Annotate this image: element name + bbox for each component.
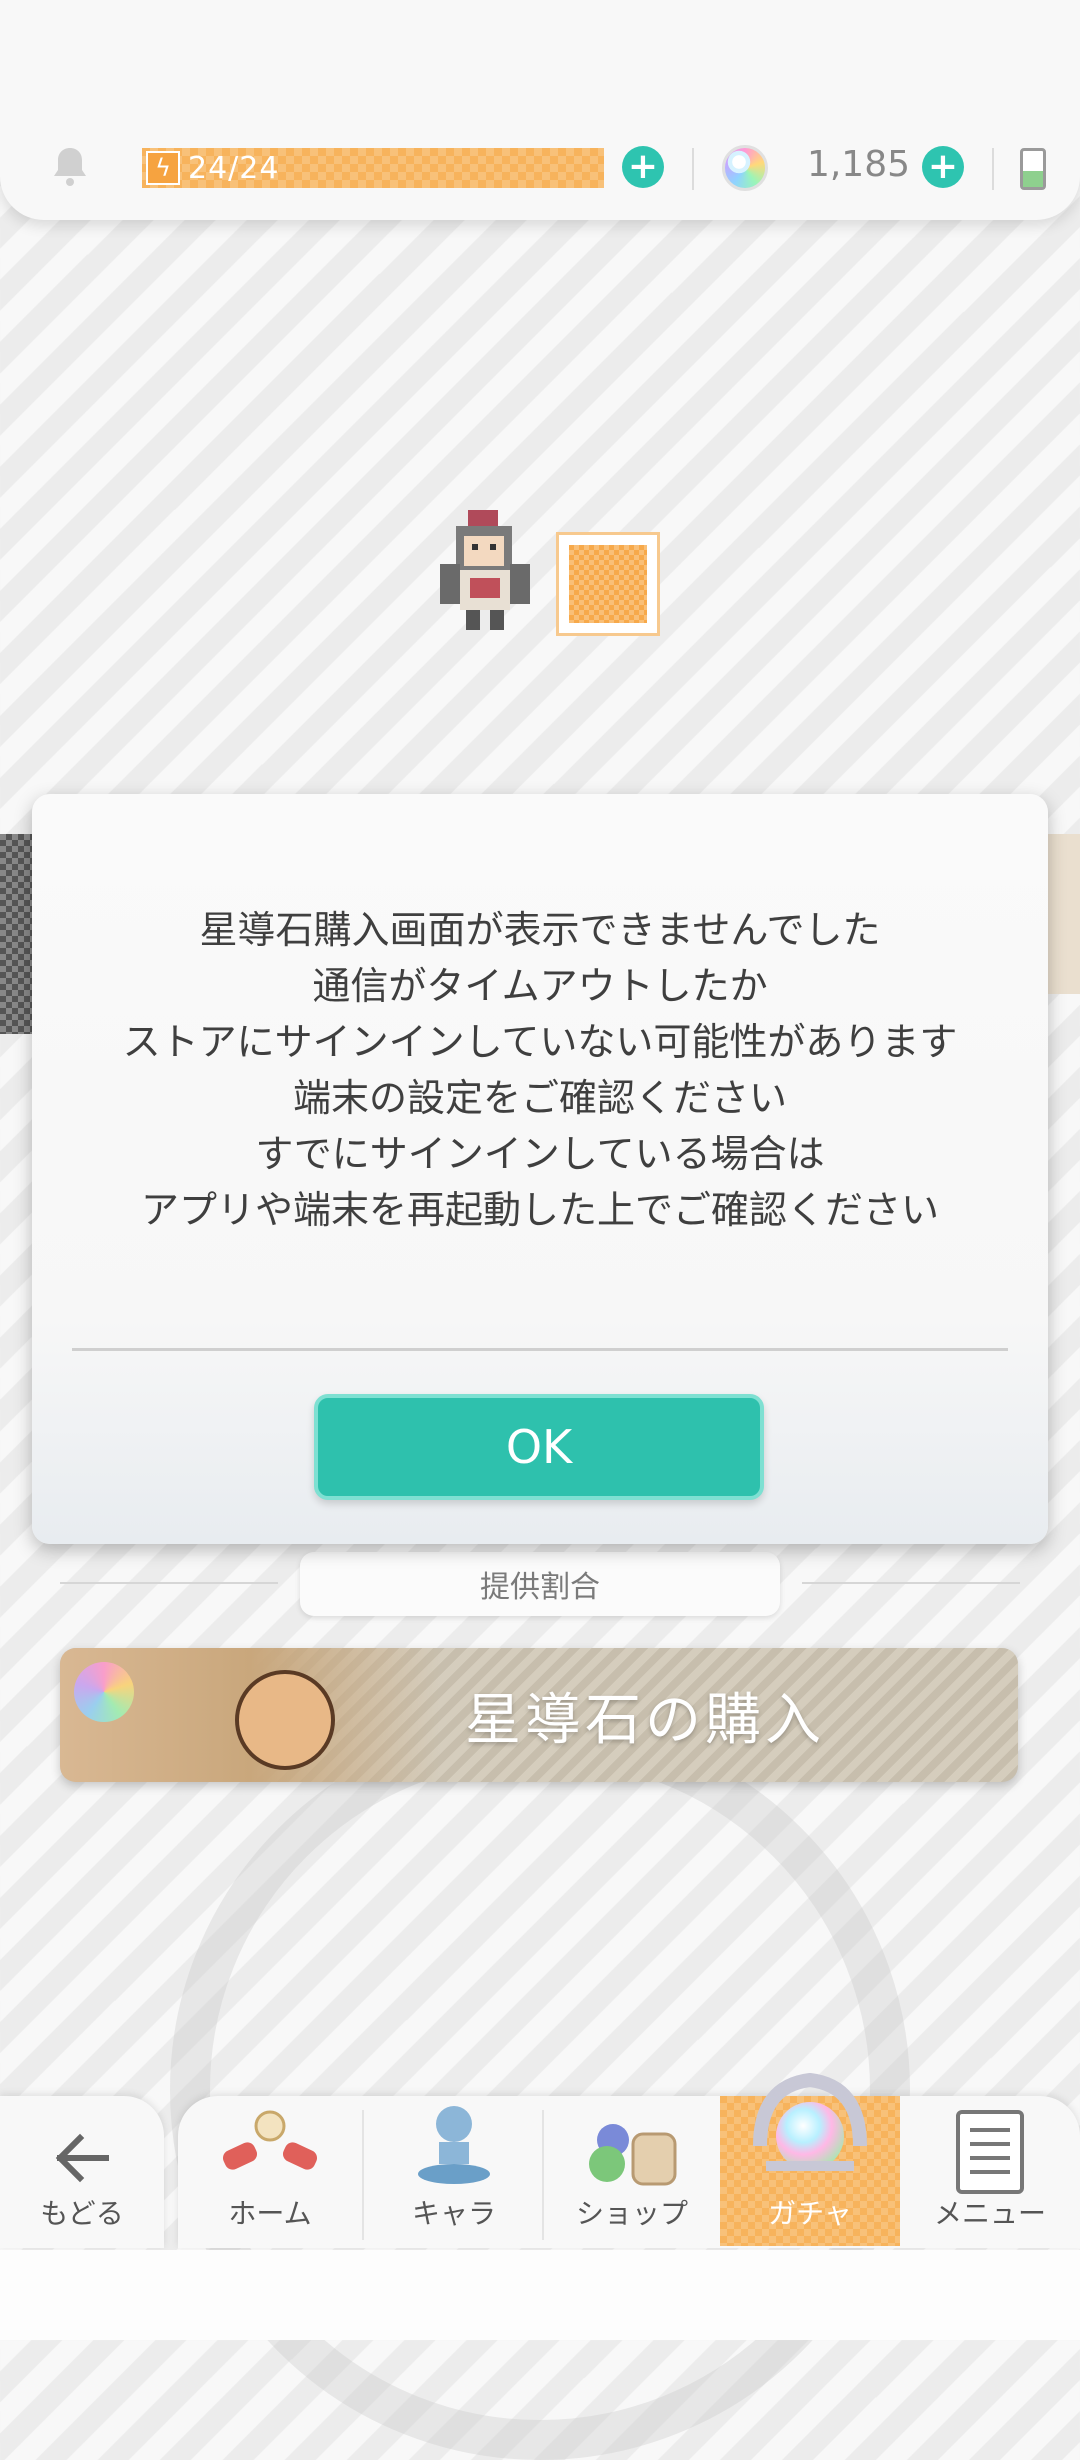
system-bottom-area [0,2250,1080,2340]
divider [992,148,994,190]
divider [692,148,694,190]
purchase-label: 星導石の購入 [465,1687,825,1753]
nav-menu-label: メニュー [933,2197,1046,2230]
divider [60,1582,278,1584]
stamina-bar: ϟ 24/24 [142,148,604,188]
message-line: 通信がタイムアウトしたか [312,964,768,1008]
item-slot [556,532,660,636]
nav-gacha-label: ガチャ [768,2197,852,2230]
orb-icon [74,1662,134,1722]
message-line: ストアにサインインしていない可能性があります [122,1020,958,1064]
nav-menu[interactable]: メニュー [900,2096,1080,2246]
nav-shop-label: ショップ [575,2197,688,2230]
ok-button[interactable]: OK [314,1394,764,1500]
nav-back-label: もどる [40,2197,124,2230]
message-line: 端末の設定をご確認ください [292,1076,787,1120]
dialog-divider [72,1348,1008,1351]
purchase-star-stone-banner[interactable]: 星導石の購入 [60,1648,1018,1782]
battery-icon [1020,148,1046,190]
gacha-orb-icon [753,2072,867,2171]
nav-shop[interactable]: ショップ [542,2096,722,2246]
message-line: すでにサインインしている場合は [255,1132,825,1176]
back-arrow-icon [55,2133,109,2183]
nav-gacha[interactable]: ガチャ [720,2072,900,2246]
menu-list-icon [956,2110,1024,2194]
character-icon [418,2106,490,2184]
character-sprite [430,508,540,638]
notification-bell-icon[interactable] [46,142,94,190]
nav-back[interactable]: もどる [0,2096,164,2246]
nav-chara-label: キャラ [411,2197,496,2230]
character-face [235,1670,335,1770]
message-line: アプリや端末を再起動した上でご確認ください [140,1188,939,1232]
message-line: 星導石購入画面が表示できませんでした [199,908,881,952]
shop-bag-icon [589,2124,677,2186]
gem-count: 1,185 [806,144,910,185]
nav-chara[interactable]: キャラ [364,2096,544,2246]
home-icon [222,2110,318,2170]
add-stamina-button[interactable]: + [622,146,664,188]
dialog-message: 星導石購入画面が表示できませんでした 通信がタイムアウトしたか ストアにサインイ… [72,902,1008,1238]
nav-home-label: ホーム [228,2197,312,2230]
lightning-icon: ϟ [146,151,180,185]
add-gems-button[interactable]: + [922,146,964,188]
gacha-banner-edge-right [1044,834,1080,994]
error-dialog: 星導石購入画面が表示できませんでした 通信がタイムアウトしたか ストアにサインイ… [32,794,1048,1544]
star-stone-gem-icon [722,145,768,191]
banner-character-art [60,1648,440,1782]
divider [802,1582,1020,1584]
drop-rates-button[interactable]: 提供割合 [300,1552,780,1616]
stamina-value: 24/24 [188,150,280,186]
nav-home[interactable]: ホーム [180,2096,360,2246]
